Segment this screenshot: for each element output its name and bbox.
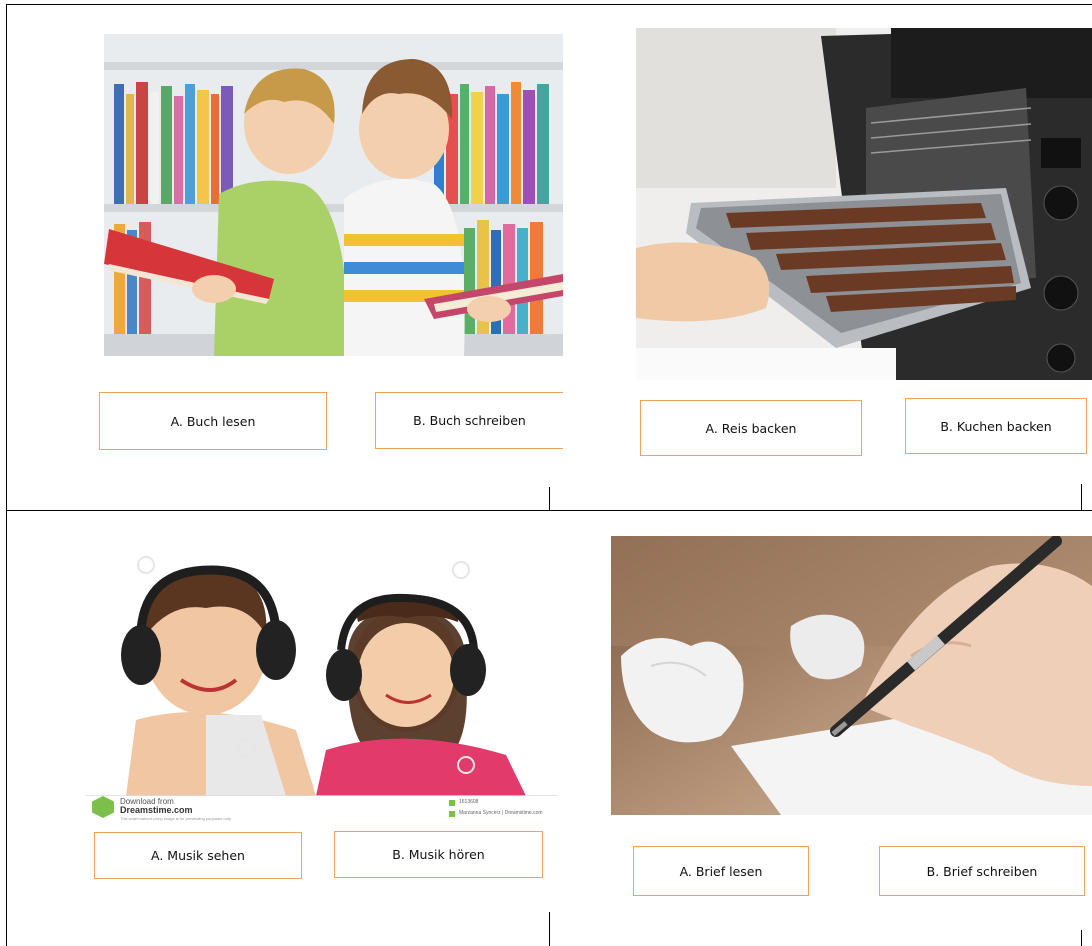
photo-boys-reading xyxy=(104,34,563,356)
choice-b-buch-schreiben[interactable]: B. Buch schreiben xyxy=(375,392,563,449)
watermark-credit-icon xyxy=(449,811,455,817)
grid-line-top xyxy=(6,4,1092,5)
choice-a-reis-backen[interactable]: A. Reis backen xyxy=(640,400,862,456)
watermark-credit: Marzanna Syncerz | Dreamstime.com xyxy=(459,810,543,816)
watermark-site: Dreamstime.com xyxy=(120,805,193,815)
watermark-note: This watermarked comp image is for previ… xyxy=(120,816,232,821)
choice-b-brief-schreiben[interactable]: B. Brief schreiben xyxy=(879,846,1085,896)
grid-line-left xyxy=(6,4,7,946)
choice-b-musik-hoeren[interactable]: B. Musik hören xyxy=(334,831,543,878)
choice-a-brief-lesen[interactable]: A. Brief lesen xyxy=(633,846,809,896)
grid-line-divider-4 xyxy=(1081,930,1082,946)
photo-oven-cake xyxy=(636,28,1092,380)
photo-writing-letter xyxy=(611,536,1092,815)
photo-kids-headphones: Download from Dreamstime.com This waterm… xyxy=(86,540,558,824)
grid-line-divider-1 xyxy=(549,487,550,511)
watermark-image-id: 1613608 xyxy=(459,799,479,805)
worksheet: A. Buch lesen B. Buch schreiben A. Reis … xyxy=(0,0,1092,946)
choice-b-kuchen-backen[interactable]: B. Kuchen backen xyxy=(905,398,1087,454)
choice-a-buch-lesen[interactable]: A. Buch lesen xyxy=(99,392,327,450)
grid-line-divider-2 xyxy=(1081,484,1082,511)
watermark-id-icon xyxy=(449,800,455,806)
choice-a-musik-sehen[interactable]: A. Musik sehen xyxy=(94,832,302,879)
grid-line-divider-3 xyxy=(549,912,550,946)
